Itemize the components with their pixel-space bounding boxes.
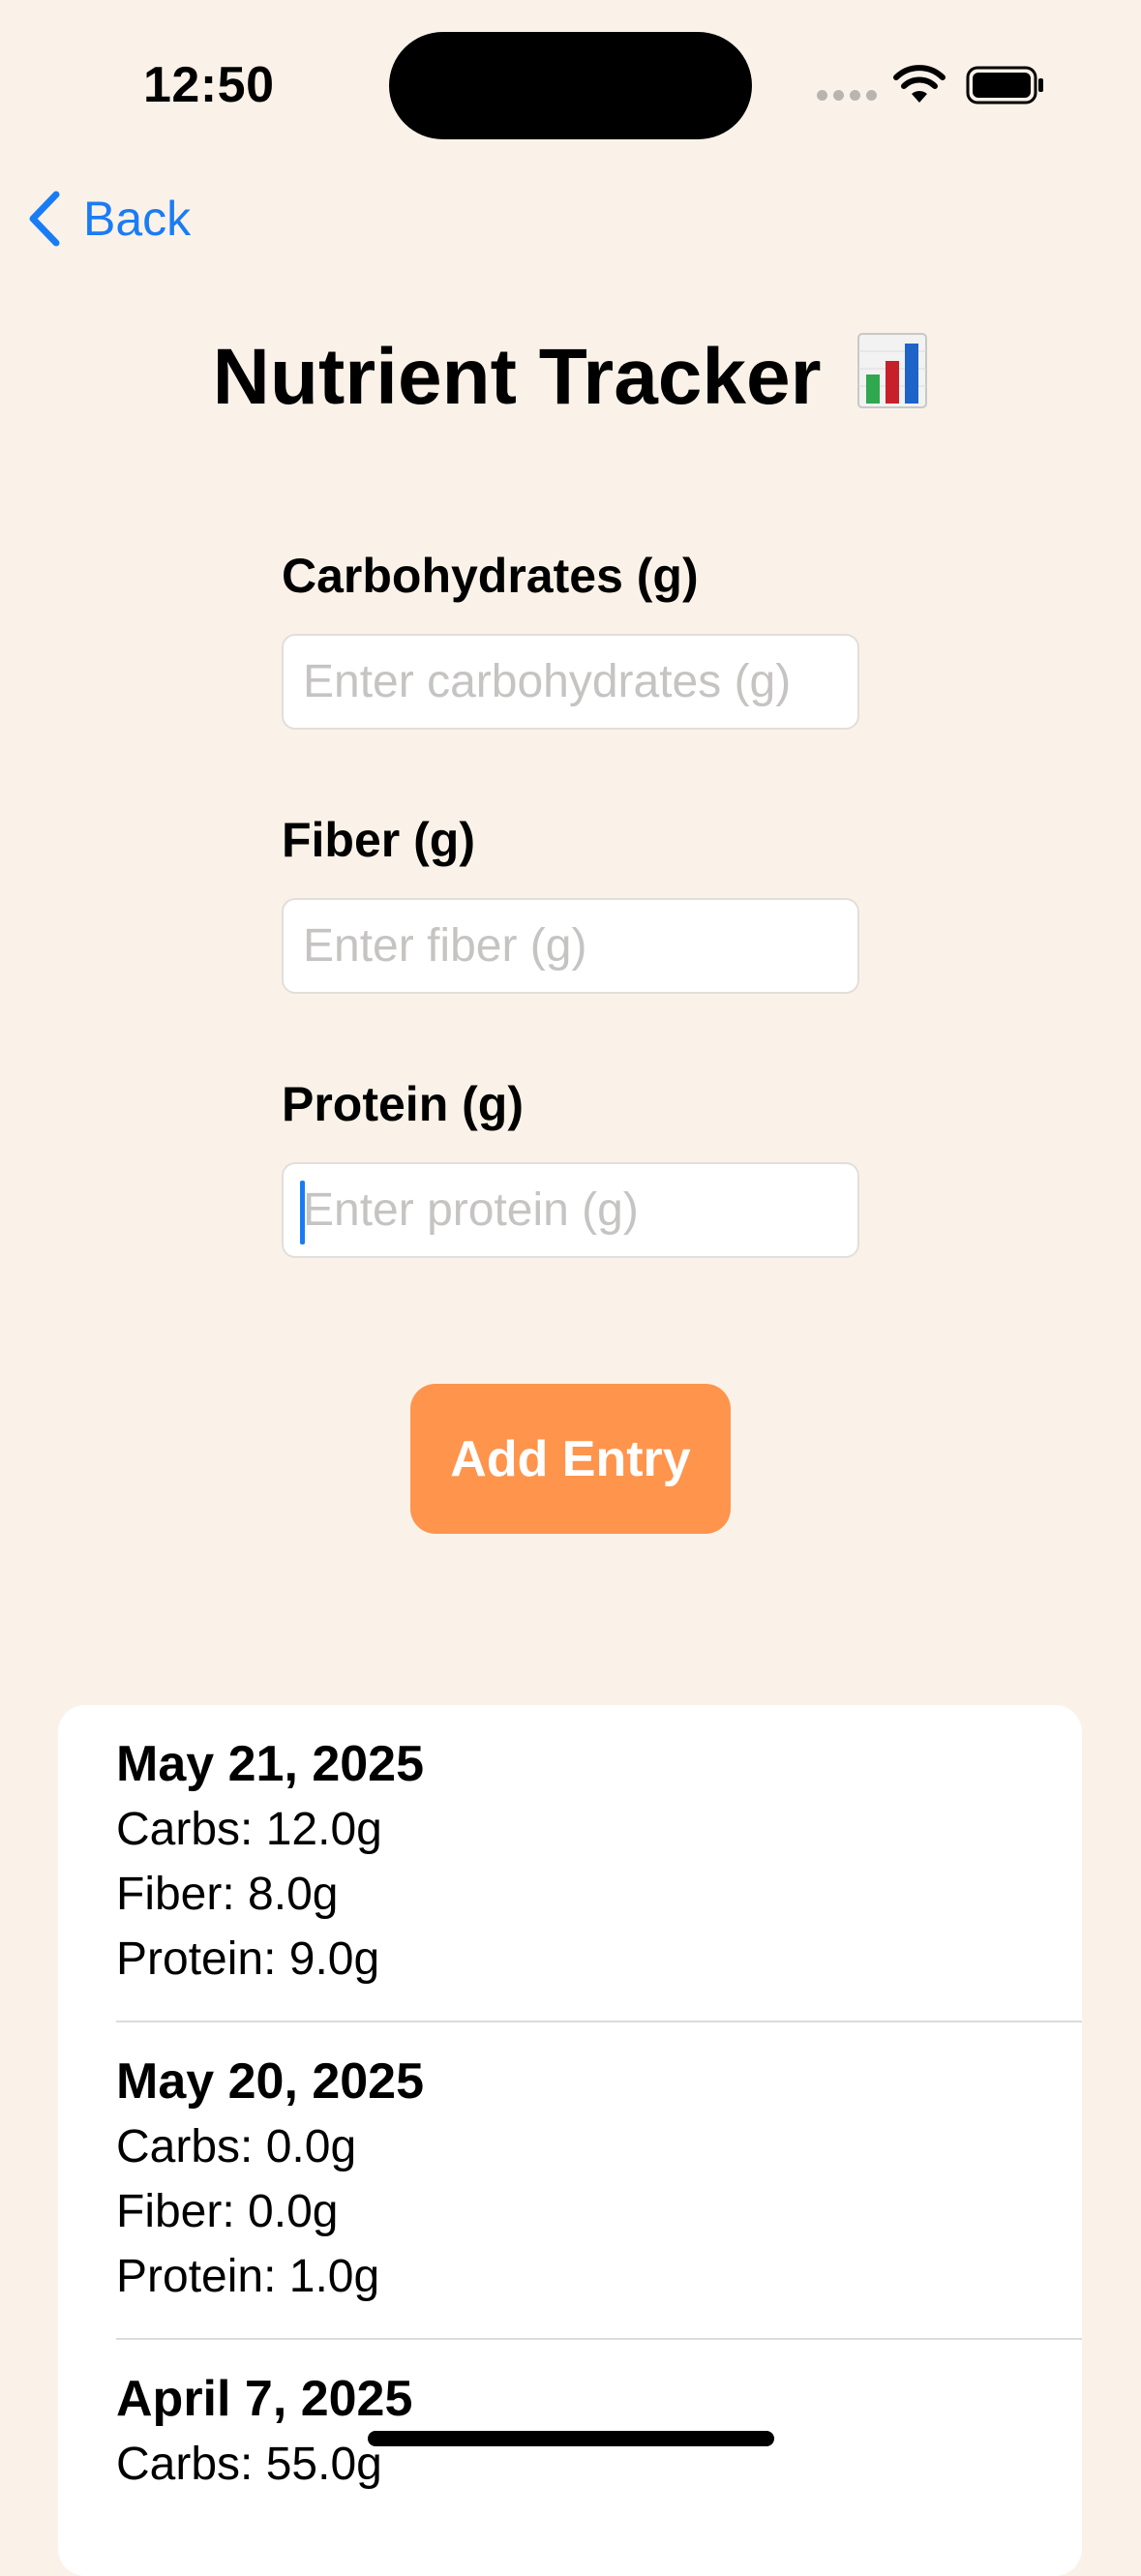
entry-protein: Protein: 1.0g [116, 2251, 380, 2302]
page-title: Nutrient Tracker [0, 329, 1141, 426]
fiber-input[interactable] [282, 898, 859, 994]
entry-date: April 7, 2025 [116, 2371, 413, 2427]
chevron-left-icon [29, 191, 60, 247]
wifi-icon [893, 65, 946, 103]
entry-carbs: Carbs: 0.0g [116, 2121, 357, 2172]
protein-input[interactable] [282, 1162, 859, 1258]
bar-chart-icon [857, 333, 928, 408]
entry-protein: Protein: 9.0g [116, 1933, 380, 1985]
entry-fiber: Fiber: 8.0g [116, 1869, 339, 1920]
entry-fiber: Fiber: 0.0g [116, 2186, 339, 2237]
entry-date: May 21, 2025 [116, 1736, 425, 1792]
carbohydrates-label: Carbohydrates (g) [282, 549, 699, 603]
entry-carbs: Carbs: 12.0g [116, 1804, 382, 1855]
page-title-text: Nutrient Tracker [212, 333, 822, 421]
home-indicator [368, 2431, 774, 2446]
back-button[interactable]: Back [25, 184, 191, 254]
status-time: 12:50 [143, 57, 275, 113]
dynamic-island [389, 32, 752, 139]
list-item[interactable]: May 21, 2025 Carbs: 12.0g Fiber: 8.0g Pr… [116, 1732, 1082, 1992]
divider [116, 2021, 1082, 2022]
divider [116, 2338, 1082, 2340]
list-item[interactable]: May 20, 2025 Carbs: 0.0g Fiber: 0.0g Pro… [116, 2050, 1082, 2309]
carbohydrates-input[interactable] [282, 634, 859, 730]
protein-label: Protein (g) [282, 1077, 524, 1131]
entry-date: May 20, 2025 [116, 2053, 425, 2110]
fiber-label: Fiber (g) [282, 813, 475, 867]
add-entry-button[interactable]: Add Entry [410, 1384, 731, 1534]
text-cursor [300, 1181, 305, 1244]
battery-icon [966, 66, 1043, 105]
back-label: Back [83, 192, 192, 246]
cellular-signal-icon [817, 90, 877, 101]
